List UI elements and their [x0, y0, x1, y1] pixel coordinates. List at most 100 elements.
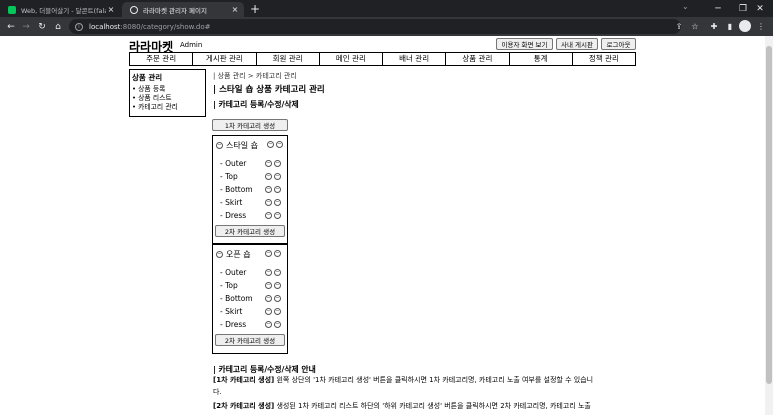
minus-circle-icon[interactable]: − — [216, 142, 223, 149]
edit-circle-icon[interactable]: − — [265, 199, 272, 206]
sidebar-item-product-list[interactable]: • 상품 리스트 — [132, 94, 203, 103]
edit-circle-icon[interactable]: − — [265, 173, 272, 180]
guide-line-label: [1차 카테고리 생성] — [213, 376, 275, 384]
delete-circle-icon[interactable]: − — [274, 160, 281, 167]
menu-item-members[interactable]: 회원 관리 — [257, 53, 320, 65]
subcategory-item[interactable]: - Top — [220, 172, 238, 181]
delete-circle-icon[interactable]: − — [276, 141, 283, 148]
bookmark-star-icon[interactable]: ☆ — [689, 20, 701, 33]
logout-button[interactable]: 로그아웃 — [601, 38, 636, 50]
edit-circle-icon[interactable]: − — [265, 269, 272, 276]
create-first-category-button[interactable]: 1차 카테고리 생성 — [212, 119, 288, 131]
menu-item-products[interactable]: 상품 관리 — [446, 53, 510, 65]
home-icon[interactable]: ⌂ — [51, 17, 65, 36]
delete-circle-icon[interactable]: − — [274, 295, 281, 302]
internal-board-button[interactable]: 사내 게시판 — [556, 38, 598, 50]
subcategory-controls: − − — [265, 173, 281, 180]
address-bar[interactable]: i localhost:8080/category/show.do# — [69, 19, 681, 34]
edit-circle-icon[interactable]: − — [265, 295, 272, 302]
side-panel-icon[interactable]: ▮ — [724, 20, 736, 33]
back-icon[interactable]: ← — [4, 17, 18, 36]
reload-icon[interactable]: ↻ — [35, 17, 49, 36]
subcategory-controls: − − — [265, 199, 281, 206]
create-second-category-button[interactable]: 2차 카테고리 생성 — [215, 334, 285, 346]
subcategory-item[interactable]: - Dress — [220, 320, 246, 329]
menu-item-banner[interactable]: 배너 관리 — [383, 53, 447, 65]
delete-circle-icon[interactable]: − — [274, 308, 281, 315]
guide-line-text: 왼쪽 상단의 '1차 카테고리 생성' 버튼을 클릭하시면 1차 카테고리명, … — [274, 376, 594, 384]
tab-title: 라라마켓 관리자 페이지 — [143, 6, 207, 15]
subcategory-item[interactable]: - Dress — [220, 211, 246, 220]
edit-circle-icon[interactable]: − — [265, 282, 272, 289]
subcategory-item[interactable]: - Outer — [220, 159, 246, 168]
delete-circle-icon[interactable]: − — [274, 199, 281, 206]
sidebar-item-category[interactable]: • 카테고리 관리 — [132, 103, 203, 112]
section-title: | 카테고리 등록/수정/삭제 — [213, 100, 299, 109]
browser-tab-1[interactable]: Web, 더블어살기 - 달콘트(falam × — [0, 2, 120, 17]
delete-circle-icon[interactable]: − — [274, 321, 281, 328]
subcategory-controls: − − — [265, 212, 281, 219]
menu-item-orders[interactable]: 주문 관리 — [130, 53, 194, 65]
view-user-site-button[interactable]: 이용자 화면 보기 — [496, 38, 553, 50]
breadcrumb: | 상품 관리 > 카테고리 관리 — [213, 72, 297, 80]
delete-circle-icon[interactable]: − — [274, 173, 281, 180]
subcategory-item[interactable]: - Bottom — [220, 294, 253, 303]
url-host: localhost — [89, 22, 121, 31]
category-box: − 오픈 숍 − − - Outer − − - Top − − - Bottom … — [212, 244, 288, 354]
profile-avatar[interactable] — [739, 20, 751, 32]
close-tab-icon[interactable]: × — [230, 5, 240, 14]
menu-item-policy[interactable]: 정책 관리 — [573, 53, 635, 65]
delete-circle-icon[interactable]: − — [274, 282, 281, 289]
close-window-icon[interactable]: ✕ — [745, 0, 773, 17]
subcategory-controls: − − — [265, 321, 281, 328]
menu-item-stats[interactable]: 통계 — [510, 53, 573, 65]
main-menu: 주문 관리 게시판 관리 회원 관리 메인 관리 배너 관리 상품 관리 통계 … — [129, 52, 636, 66]
guide-line: [1차 카테고리 생성] 왼쪽 상단의 '1차 카테고리 생성' 버튼을 클릭하… — [213, 375, 643, 386]
edit-circle-icon[interactable]: − — [265, 160, 272, 167]
category-header: − 스타일 숍 — [216, 140, 258, 151]
edit-circle-icon[interactable]: − — [265, 308, 272, 315]
naver-favicon-icon — [8, 5, 16, 14]
category-name[interactable]: 스타일 숍 — [226, 140, 258, 151]
page-title: | 스타일 숍 상품 카테고리 관리 — [213, 85, 325, 95]
edit-circle-icon[interactable]: − — [265, 212, 272, 219]
close-tab-icon[interactable]: × — [106, 5, 116, 14]
delete-circle-icon[interactable]: − — [274, 212, 281, 219]
extensions-icon[interactable]: ✚ — [708, 20, 720, 33]
browser-tab-2[interactable]: 라라마켓 관리자 페이지 × — [122, 2, 244, 17]
browser-toolbar: ← → ↻ ⌂ i localhost:8080/category/show.d… — [0, 17, 773, 36]
delete-circle-icon[interactable]: − — [274, 250, 281, 257]
share-icon[interactable]: ⇪ — [673, 20, 685, 33]
subcategory-item[interactable]: - Top — [220, 281, 238, 290]
category-name[interactable]: 오픈 숍 — [226, 249, 251, 260]
edit-circle-icon[interactable]: − — [267, 141, 274, 148]
category-box: − 스타일 숍 − − - Outer − − - Top − − - Bottom… — [212, 135, 288, 244]
subcategory-item[interactable]: - Outer — [220, 268, 246, 277]
subcategory-item[interactable]: - Skirt — [220, 198, 242, 207]
subcategory-controls: − − — [265, 269, 281, 276]
forward-icon[interactable]: → — [19, 17, 33, 36]
more-menu-icon[interactable]: ⋮ — [755, 20, 767, 33]
subcategory-item[interactable]: - Bottom — [220, 185, 253, 194]
sidebar-item-label: 상품 등록 — [138, 85, 166, 93]
guide-line: 다. — [213, 387, 643, 398]
minus-circle-icon[interactable]: − — [216, 251, 223, 258]
sidebar-item-product-register[interactable]: • 상품 등록 — [132, 85, 203, 94]
edit-circle-icon[interactable]: − — [265, 186, 272, 193]
tab-search-icon[interactable]: ⌄ — [682, 2, 689, 11]
scrollbar-thumb[interactable] — [766, 46, 772, 384]
edit-circle-icon[interactable]: − — [265, 250, 272, 257]
guide-line-text: 생성된 1차 카테고리 리스트 하단의 '하위 카테고리 생성' 버튼을 클릭하… — [274, 402, 591, 410]
edit-circle-icon[interactable]: − — [265, 321, 272, 328]
url-path: :8080/category/show.do# — [120, 22, 211, 31]
create-second-category-button[interactable]: 2차 카테고리 생성 — [215, 225, 285, 237]
delete-circle-icon[interactable]: − — [274, 186, 281, 193]
menu-item-board[interactable]: 게시판 관리 — [193, 53, 257, 65]
delete-circle-icon[interactable]: − — [274, 269, 281, 276]
guide-line: [2차 카테고리 생성] 생성된 1차 카테고리 리스트 하단의 '하위 카테고… — [213, 401, 643, 412]
subcategory-item[interactable]: - Skirt — [220, 307, 242, 316]
site-info-icon[interactable]: i — [75, 22, 83, 31]
new-tab-icon[interactable]: + — [250, 2, 260, 16]
menu-item-main[interactable]: 메인 관리 — [320, 53, 383, 65]
guide-title: | 카테고리 등록/수정/삭제 안내 — [213, 365, 316, 374]
